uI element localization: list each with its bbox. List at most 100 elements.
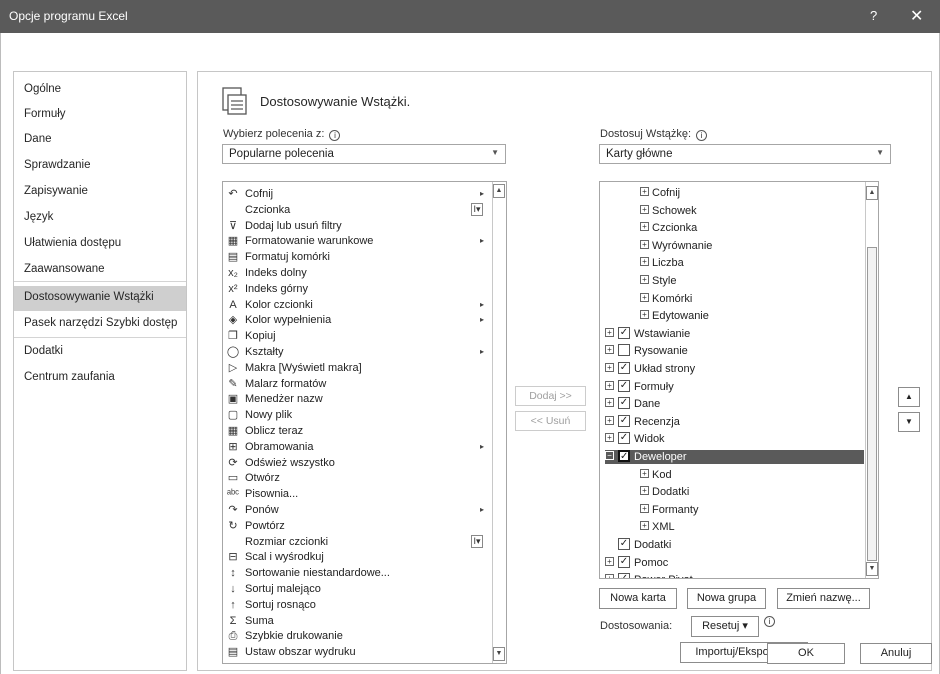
expand-icon[interactable]: + [640, 310, 649, 320]
choose-commands-dropdown[interactable]: Popularne polecenia ▼ [222, 144, 506, 164]
command-item[interactable]: ▦ Oblicz teraz [223, 424, 493, 438]
expand-icon[interactable]: + [605, 433, 614, 443]
ribbon-tree[interactable]: +✓Power Pivot+✓Pomoc✓Dodatki+XML+Formant… [599, 181, 879, 579]
tree-item[interactable]: + Komórki [640, 292, 864, 306]
reset-button[interactable]: Resetuj ▾ [691, 616, 759, 637]
add-button[interactable]: Dodaj >> [515, 386, 586, 406]
command-item[interactable]: ✎ Malarz formatów [223, 377, 493, 391]
command-item[interactable]: ⟳ Odśwież wszystko [223, 456, 493, 470]
tree-item[interactable]: + Liczba [640, 256, 864, 270]
command-item[interactable]: A Kolor czcionki ▸ [223, 298, 493, 312]
command-item[interactable]: ❐ Kopiuj [223, 329, 493, 343]
scroll-down-icon[interactable]: ▼ [493, 647, 505, 661]
command-item[interactable]: Σ Suma [223, 614, 493, 628]
command-item[interactable]: ⊞ Obramowania ▸ [223, 440, 493, 454]
expand-icon[interactable]: + [640, 187, 649, 196]
expand-icon[interactable]: + [605, 327, 614, 337]
nav-item[interactable]: Zaawansowane [14, 258, 186, 283]
checkbox[interactable]: ✓ [618, 379, 630, 392]
tree-item[interactable]: + ✓ Dane [605, 397, 864, 411]
command-item[interactable]: ▤ Ustaw obszar wydruku [223, 645, 493, 659]
rename-button[interactable]: Zmień nazwę... [777, 588, 870, 609]
expand-icon[interactable]: + [640, 222, 649, 232]
command-item[interactable]: ↕ Sortowanie niestandardowe... [223, 566, 493, 580]
command-item[interactable]: ↶ Cofnij ▸ [223, 187, 493, 201]
command-item[interactable]: ↷ Ponów ▸ [223, 503, 493, 517]
expand-icon[interactable]: + [640, 257, 649, 267]
expand-icon[interactable]: + [605, 398, 614, 408]
help-icon[interactable]: ? [870, 8, 877, 23]
command-item[interactable]: ▤ Formatuj komórki [223, 250, 493, 264]
tree-item[interactable]: + Dodatki [640, 485, 864, 499]
checkbox[interactable]: ✓ [618, 555, 630, 568]
command-item[interactable]: ↓ Sortuj malejąco [223, 582, 493, 596]
tree-item[interactable]: + Wyrównanie [640, 239, 864, 253]
checkbox[interactable]: ✓ [618, 450, 630, 462]
expand-icon[interactable]: + [640, 486, 649, 496]
expand-icon[interactable]: + [605, 415, 614, 425]
tree-item[interactable]: + Formanty [640, 503, 864, 517]
checkbox[interactable]: ✓ [618, 326, 630, 339]
expand-icon[interactable]: + [640, 521, 649, 531]
command-item[interactable]: ▢ Nowy plik [223, 408, 493, 422]
expand-icon[interactable]: + [640, 503, 649, 513]
nav-item[interactable]: Język [14, 206, 186, 231]
checkbox[interactable]: ✓ [618, 573, 630, 578]
command-item[interactable]: Czcionka I▾ [223, 202, 493, 217]
nav-item[interactable]: Ogólne [14, 78, 186, 103]
nav-item[interactable]: Centrum zaufania [14, 366, 186, 391]
tree-item[interactable]: + ✓ Widok [605, 432, 864, 446]
tree-item[interactable]: + ✓ Power Pivot [605, 573, 864, 578]
nav-item[interactable]: Ułatwienia dostępu [14, 232, 186, 257]
tree-item[interactable]: + Schowek [640, 204, 864, 218]
tree-item[interactable]: + Cofnij [640, 186, 864, 200]
expand-icon[interactable]: + [605, 345, 614, 355]
checkbox[interactable]: ✓ [618, 397, 630, 410]
cancel-button[interactable]: Anuluj [860, 643, 932, 664]
nav-item[interactable]: Pasek narzędzi Szybki dostęp [14, 312, 186, 337]
tree-item[interactable]: + Edytowanie [640, 309, 864, 323]
scroll-up-icon[interactable]: ▲ [493, 184, 505, 198]
command-item[interactable]: ↑ Sortuj rosnąco [223, 598, 493, 612]
scroll-thumb[interactable] [867, 247, 877, 561]
expand-icon[interactable]: + [605, 574, 614, 578]
checkbox[interactable]: ✓ [618, 432, 630, 445]
nav-item[interactable]: Dostosowywanie Wstążki [14, 286, 186, 311]
command-item[interactable]: Rozmiar czcionki I▾ [223, 534, 493, 549]
expand-icon[interactable]: + [640, 204, 649, 214]
tree-item[interactable]: + ✓ Recenzja [605, 414, 864, 429]
expand-icon[interactable]: + [605, 556, 614, 566]
ok-button[interactable]: OK [767, 643, 845, 664]
command-item[interactable]: ᵃᵇᶜ Pisownia... [223, 487, 493, 501]
tree-item[interactable]: + ✓ Pomoc [605, 555, 864, 570]
new-tab-button[interactable]: Nowa karta [599, 588, 677, 609]
commands-list[interactable]: ▤ Ustaw obszar wydruku ⎙ Szybkie drukowanie… [222, 181, 507, 664]
tree-item[interactable]: + Czcionka [640, 221, 864, 235]
tree-item[interactable]: + Rysowanie [605, 344, 864, 358]
nav-item[interactable]: Sprawdzanie [14, 154, 186, 179]
move-up-button[interactable]: ▲ [898, 387, 920, 407]
checkbox[interactable]: ✓ [618, 362, 630, 374]
command-item[interactable]: ⎙ Szybkie drukowanie [223, 629, 493, 643]
nav-item[interactable]: Dane [14, 128, 186, 153]
command-item[interactable]: ◯ Kształty ▸ [223, 345, 493, 359]
scroll-down-icon[interactable]: ▼ [866, 562, 878, 576]
command-item[interactable]: ⊟ Scal i wyśrodkuj [223, 550, 493, 564]
command-item[interactable]: x² Indeks górny [223, 282, 493, 296]
collapse-icon[interactable]: − [605, 451, 614, 460]
customize-ribbon-dropdown[interactable]: Karty główne ▼ [599, 144, 891, 164]
new-group-button[interactable]: Nowa grupa [687, 588, 766, 609]
tree-item[interactable]: + Kod [640, 468, 864, 482]
tree-item[interactable]: + ✓ Układ strony [605, 362, 864, 376]
checkbox[interactable] [618, 344, 630, 357]
command-item[interactable]: ▷ Makra [Wyświetl makra] [223, 361, 493, 375]
nav-item[interactable]: Zapisywanie [14, 180, 186, 205]
nav-item[interactable]: Formuły [14, 103, 186, 128]
remove-button[interactable]: << Usuń [515, 411, 586, 431]
expand-icon[interactable]: + [640, 239, 649, 249]
move-down-button[interactable]: ▼ [898, 412, 920, 432]
tree-item[interactable]: + ✓ Formuły [605, 379, 864, 394]
expand-icon[interactable]: + [640, 292, 649, 302]
nav-item[interactable]: Dodatki [14, 340, 186, 365]
command-item[interactable]: ◈ Kolor wypełnienia ▸ [223, 313, 493, 327]
